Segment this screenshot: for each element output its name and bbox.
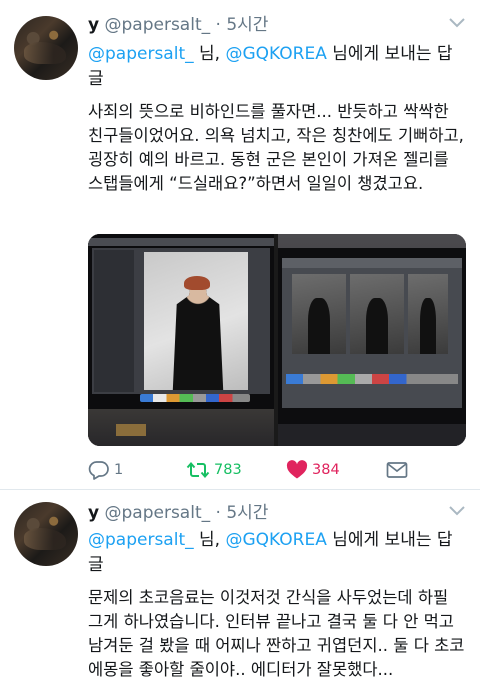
reply-separator: 님, bbox=[193, 530, 226, 550]
separator-dot: · bbox=[215, 15, 221, 35]
like-button[interactable]: 384 bbox=[286, 458, 340, 482]
direct-message-button[interactable] bbox=[386, 458, 408, 482]
tweet-header: y @papersalt_ · 5시간 bbox=[88, 14, 268, 36]
tweet-text: 사죄의 뜻으로 비하인드를 풀자면... 반듯하고 싹싹한 친구들이었어요. 의… bbox=[88, 102, 464, 193]
tweet[interactable]: y @papersalt_ · 5시간 @papersalt_ 님, @GQKO… bbox=[0, 490, 480, 678]
tweet-actions: 1 783 384 bbox=[88, 458, 448, 484]
handle[interactable]: @papersalt_ bbox=[105, 503, 211, 523]
media-grid bbox=[88, 234, 466, 446]
mention-link[interactable]: @papersalt_ bbox=[88, 44, 194, 64]
avatar[interactable] bbox=[14, 502, 78, 566]
tweet-header: y @papersalt_ · 5시간 bbox=[88, 502, 268, 524]
like-count: 384 bbox=[312, 462, 340, 478]
display-name[interactable]: y bbox=[88, 503, 99, 523]
avatar[interactable] bbox=[14, 16, 78, 80]
retweet-icon bbox=[186, 461, 210, 479]
reply-count: 1 bbox=[114, 462, 124, 478]
retweet-button[interactable]: 783 bbox=[186, 458, 242, 482]
reply-separator: 님, bbox=[193, 44, 226, 64]
mention-link[interactable]: @GQKOREA bbox=[225, 44, 326, 64]
reply-button[interactable]: 1 bbox=[88, 458, 123, 482]
chevron-down-icon[interactable] bbox=[448, 16, 466, 30]
mention-link[interactable]: @papersalt_ bbox=[88, 530, 194, 550]
timestamp[interactable]: 5시간 bbox=[226, 15, 268, 35]
handle[interactable]: @papersalt_ bbox=[105, 15, 211, 35]
separator-dot: · bbox=[215, 503, 221, 523]
timestamp[interactable]: 5시간 bbox=[226, 503, 268, 523]
heart-icon bbox=[286, 460, 308, 479]
reply-to-line: @papersalt_ 님, @GQKOREA 님에게 보내는 답글 bbox=[88, 42, 460, 92]
tweet[interactable]: y @papersalt_ · 5시간 @papersalt_ 님, @GQKO… bbox=[0, 0, 480, 490]
retweet-count: 783 bbox=[214, 462, 242, 478]
tweet-text: 문제의 초코음료는 이것저것 간식을 사두었는데 하필 그게 하나였습니다. 인… bbox=[88, 588, 465, 678]
photo-monitor-single-portrait[interactable] bbox=[88, 234, 274, 446]
envelope-icon bbox=[386, 462, 408, 478]
reply-to-line: @papersalt_ 님, @GQKOREA 님에게 보내는 답글 bbox=[88, 528, 460, 578]
chevron-down-icon[interactable] bbox=[448, 504, 466, 518]
photo-monitor-contact-sheet[interactable] bbox=[278, 234, 466, 446]
reply-icon bbox=[88, 461, 109, 480]
mention-link[interactable]: @GQKOREA bbox=[225, 530, 326, 550]
display-name[interactable]: y bbox=[88, 15, 99, 35]
